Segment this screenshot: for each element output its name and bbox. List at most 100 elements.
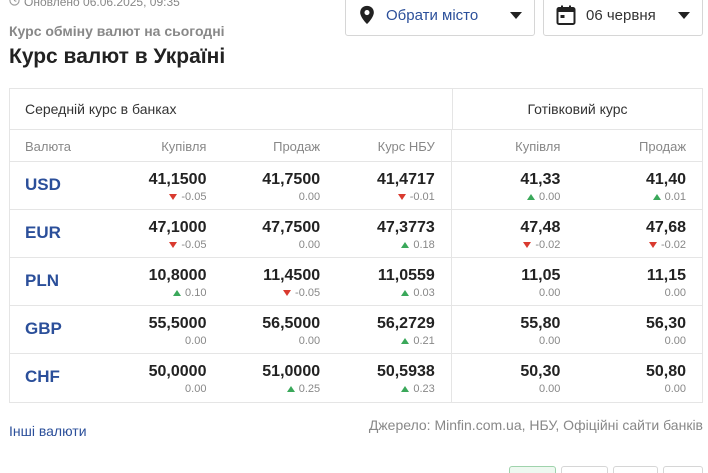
table-row: EUR 47,1000 -0.05 47,7500 0.00 47,3773 0.18 47,…: [10, 210, 702, 258]
tab-button[interactable]: [663, 466, 703, 473]
arrow-down-icon: [648, 242, 657, 248]
currency-code-link[interactable]: PLN: [10, 258, 100, 305]
cash-sell-change: 0.00: [560, 383, 686, 395]
sell-change: -0.05: [206, 287, 320, 299]
nbu-value: 47,3773: [376, 219, 435, 236]
table-row: PLN 10,8000 0.10 11,4500 -0.05 11,0559 0.03 11,…: [10, 258, 702, 306]
arrow-up-icon: [401, 290, 410, 296]
cash-buy-change-text: 0.00: [538, 191, 561, 203]
table-body: USD 41,1500 -0.05 41,7500 0.00 41,4717 -0.01 41…: [10, 162, 702, 402]
caret-down-icon: [510, 11, 522, 19]
arrow-up-icon: [286, 386, 295, 392]
updated-text: Оновлено 06.06.2025, 09:35: [24, 0, 180, 9]
sell-change: 0.25: [206, 383, 320, 395]
arrow-down-icon: [523, 242, 532, 248]
city-select[interactable]: Обрати місто: [345, 0, 535, 36]
currency-code-link[interactable]: CHF: [10, 354, 100, 402]
buy-value: 47,1000: [148, 219, 207, 236]
cash-buy-change-text: 0.00: [538, 335, 561, 347]
cash-sell-change-text: 0.01: [664, 191, 687, 203]
cash-sell-cell: 50,80 0.00: [560, 354, 686, 402]
date-select-label: 06 червня: [586, 6, 656, 24]
sell-cell: 51,0000 0.25: [206, 354, 320, 402]
tab-button[interactable]: [509, 466, 556, 473]
tab-button[interactable]: [561, 466, 608, 473]
cash-buy-value: 47,48: [520, 219, 561, 236]
nbu-change: 0.21: [320, 335, 435, 347]
buy-change-text: 0.00: [185, 383, 207, 395]
updated-timestamp: Оновлено 06.06.2025, 09:35: [9, 0, 180, 9]
table-row: CHF 50,0000 0.00 51,0000 0.25 50,5938 0.23 50,3…: [10, 354, 702, 402]
cash-buy-cell: 11,05 0.00: [452, 258, 560, 305]
other-currencies-link[interactable]: Інші валюти: [9, 423, 87, 439]
buy-cell: 47,1000 -0.05: [100, 210, 207, 257]
cash-buy-value: 55,80: [520, 315, 561, 332]
map-pin-icon: [358, 5, 376, 25]
arrow-up-icon: [652, 194, 661, 200]
cash-buy-change-text: 0.00: [538, 383, 561, 395]
page-subtitle: Курс обміну валют на сьогодні: [9, 23, 225, 39]
currency-code-link[interactable]: EUR: [10, 210, 100, 257]
cash-sell-cell: 47,68 -0.02: [560, 210, 686, 257]
sell-change-text: 0.00: [298, 335, 321, 347]
column-end-spacer: [686, 354, 702, 402]
sell-change-text: 0.00: [298, 191, 321, 203]
cash-buy-cell: 55,80 0.00: [452, 306, 561, 353]
arrow-down-icon: [397, 194, 406, 200]
sell-change: 0.00: [206, 191, 320, 203]
date-select[interactable]: 06 червня: [543, 0, 703, 36]
arrow-up-icon: [401, 338, 410, 344]
sell-cell: 47,7500 0.00: [206, 210, 320, 257]
cash-buy-cell: 41,33 0.00: [452, 162, 561, 209]
group-bank-average: Середній курс в банках: [10, 89, 453, 129]
buy-cell: 50,0000 0.00: [100, 354, 207, 402]
sell-cell: 11,4500 -0.05: [206, 258, 320, 305]
page-title: Курс валют в Україні: [9, 45, 226, 68]
nbu-value: 41,4717: [376, 171, 435, 188]
cash-buy-change: 0.00: [452, 335, 561, 347]
cash-sell-value: 56,30: [645, 315, 687, 332]
cash-buy-change: 0.00: [452, 191, 561, 203]
cash-sell-change-text: -0.02: [660, 239, 687, 251]
col-currency: Валюта: [25, 139, 71, 154]
buy-cell: 55,5000 0.00: [100, 306, 207, 353]
cash-buy-cell: 47,48 -0.02: [452, 210, 561, 257]
sell-change: 0.00: [206, 239, 320, 251]
arrow-up-icon: [401, 386, 410, 392]
tab-button[interactable]: [613, 466, 658, 473]
cash-sell-change: -0.02: [560, 239, 686, 251]
col-cash-sell: Продаж: [639, 139, 687, 154]
nbu-change-text: -0.01: [409, 191, 435, 203]
buy-value: 10,8000: [148, 267, 207, 284]
cash-sell-change-text: 0.00: [664, 383, 687, 395]
buy-change-text: -0.05: [181, 239, 207, 251]
arrow-down-icon: [169, 194, 178, 200]
sell-change-text: 0.25: [298, 383, 321, 395]
cash-sell-value: 47,68: [645, 219, 687, 236]
nbu-change-text: 0.23: [413, 383, 435, 395]
nbu-cell: 47,3773 0.18: [320, 210, 435, 257]
clock-icon: [9, 0, 20, 9]
table-row: USD 41,1500 -0.05 41,7500 0.00 41,4717 -0.01 41…: [10, 162, 702, 210]
column-end-spacer: [686, 258, 702, 305]
column-divider: [435, 130, 452, 161]
cash-buy-change-text: -0.02: [535, 239, 561, 251]
nbu-cell: 41,4717 -0.01: [320, 162, 435, 209]
cash-sell-change: 0.01: [560, 191, 686, 203]
nbu-cell: 56,2729 0.21: [320, 306, 435, 353]
cash-sell-value: 41,40: [645, 171, 687, 188]
currency-code-link[interactable]: GBP: [10, 306, 100, 353]
nbu-change-text: 0.21: [413, 335, 435, 347]
nbu-change: 0.23: [320, 383, 435, 395]
cash-sell-change: 0.00: [560, 335, 686, 347]
nbu-cell: 11,0559 0.03: [320, 258, 435, 305]
cash-sell-change: 0.00: [560, 287, 686, 299]
buy-change-text: 0.10: [185, 287, 207, 299]
buy-change-text: 0.00: [185, 335, 207, 347]
cash-sell-value: 50,80: [645, 363, 687, 380]
currency-code-link[interactable]: USD: [10, 162, 100, 209]
arrow-up-icon: [401, 242, 410, 248]
nbu-cell: 50,5938 0.23: [320, 354, 435, 402]
column-divider: [435, 258, 452, 305]
column-divider: [435, 306, 452, 353]
